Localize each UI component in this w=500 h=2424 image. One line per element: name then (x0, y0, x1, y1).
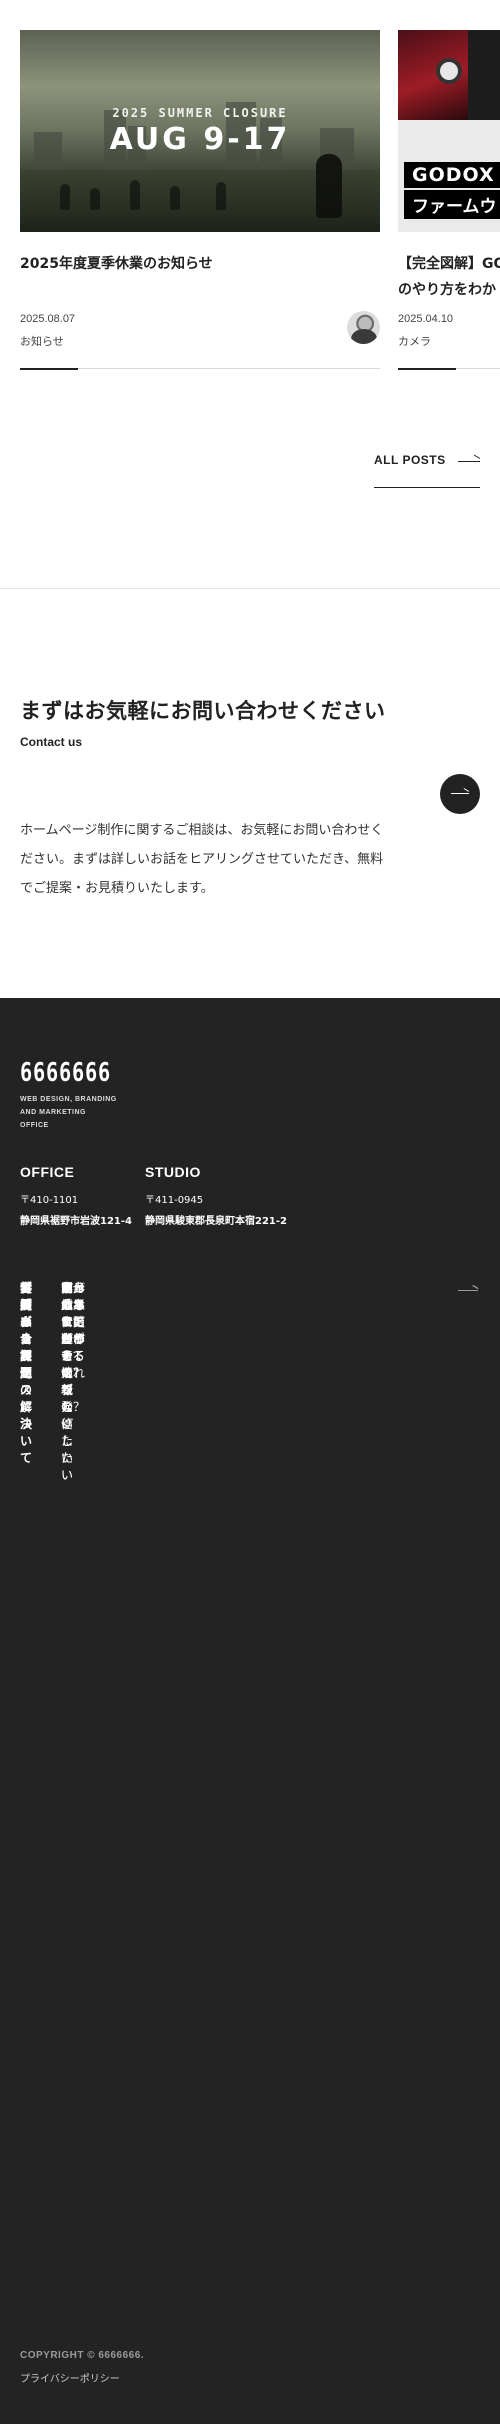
office-name: OFFICE (20, 1164, 75, 1180)
figure-silhouette (216, 182, 226, 210)
contact-subheading: Contact us (20, 735, 83, 749)
news-card-image[interactable]: GODOX 5 ファームウ (398, 30, 500, 232)
figure-silhouette (90, 188, 100, 210)
arrow-right-icon (458, 1290, 478, 1291)
office-block: OFFICE 〒410-1101 静岡県裾野市岩波121-4 (20, 1164, 132, 1227)
footer-tagline: WEB DESIGN, BRANDING AND MARKETING OFFIC… (20, 1096, 117, 1129)
section-divider (0, 588, 500, 589)
contact-arrow-button[interactable] (440, 774, 480, 814)
privacy-policy-link[interactable]: プライバシーポリシー (20, 2370, 120, 2385)
office-address: 静岡県駿東郡長泉町本宿221-2 (145, 1216, 287, 1227)
figure-silhouette (170, 186, 180, 210)
card-divider (20, 368, 380, 370)
footer: 6666666 WEB DESIGN, BRANDING AND MARKETI… (0, 998, 500, 2424)
news-card-image[interactable]: 2025 SUMMER CLOSURE AUG 9-17 (20, 30, 380, 232)
all-posts-label: ALL POSTS (374, 453, 446, 467)
news-card-title[interactable]: 2025年度夏季休業のお知らせ (20, 251, 380, 277)
camera-device (398, 30, 468, 120)
contact-description: ホームページ制作に関するご相談は、お気軽にお問い合わせく ださい。まずは詳しいお… (20, 823, 384, 896)
news-card[interactable]: 2025 SUMMER CLOSURE AUG 9-17 2025年度夏季休業の… (20, 30, 380, 370)
image-subtitle: 2025 SUMMER CLOSURE (112, 106, 288, 120)
news-card-date: 2025.04.10 (398, 313, 454, 325)
copyright: COPYRIGHT © 6666666. (20, 2350, 145, 2361)
contact-heading: まずはお気軽にお問い合わせください (20, 699, 386, 723)
news-card-date: 2025.08.07 (20, 313, 76, 325)
image-caption-line: GODOX 5 (404, 162, 500, 188)
figure-silhouette (60, 184, 70, 210)
news-card-title[interactable]: 【完全図解】GOD のやり方をわか (398, 251, 500, 303)
news-card[interactable]: GODOX 5 ファームウ 【完全図解】GOD のやり方をわか 2025.04.… (398, 30, 500, 370)
news-carousel: 2025 SUMMER CLOSURE AUG 9-17 2025年度夏季休業の… (0, 0, 500, 400)
office-name: STUDIO (145, 1164, 201, 1180)
footer-nav-label: 実績アーカイブ (61, 1281, 74, 1397)
arrow-right-icon (451, 793, 469, 794)
office-address: 静岡県裾野市岩波121-4 (20, 1216, 132, 1227)
image-title: AUG 9-17 (109, 122, 291, 157)
footer-nav-label: お問い合わせ (20, 1281, 33, 1380)
page: 2025 SUMMER CLOSURE AUG 9-17 2025年度夏季休業の… (0, 0, 500, 2424)
studio-block: STUDIO 〒411-0945 静岡県駿東郡長泉町本宿221-2 (145, 1164, 287, 1227)
footer-logo[interactable]: 6666666 (20, 1058, 111, 1088)
all-posts-link[interactable]: ALL POSTS (374, 450, 480, 488)
image-caption-line: ファームウ (404, 190, 500, 219)
news-card-category[interactable]: カメラ (398, 333, 431, 349)
office-zip: 〒411-0945 (145, 1195, 204, 1206)
arrow-right-icon (458, 461, 480, 462)
news-card-category[interactable]: お知らせ (20, 333, 64, 349)
figure-silhouette (316, 154, 342, 218)
news-card-meta: 2025.08.07 お知らせ (20, 311, 380, 358)
news-card-meta: 2025.04.10 カメラ (398, 313, 500, 358)
card-divider (398, 368, 500, 370)
office-zip: 〒410-1101 (20, 1195, 79, 1206)
figure-silhouette (130, 180, 140, 210)
author-avatar (347, 311, 380, 344)
